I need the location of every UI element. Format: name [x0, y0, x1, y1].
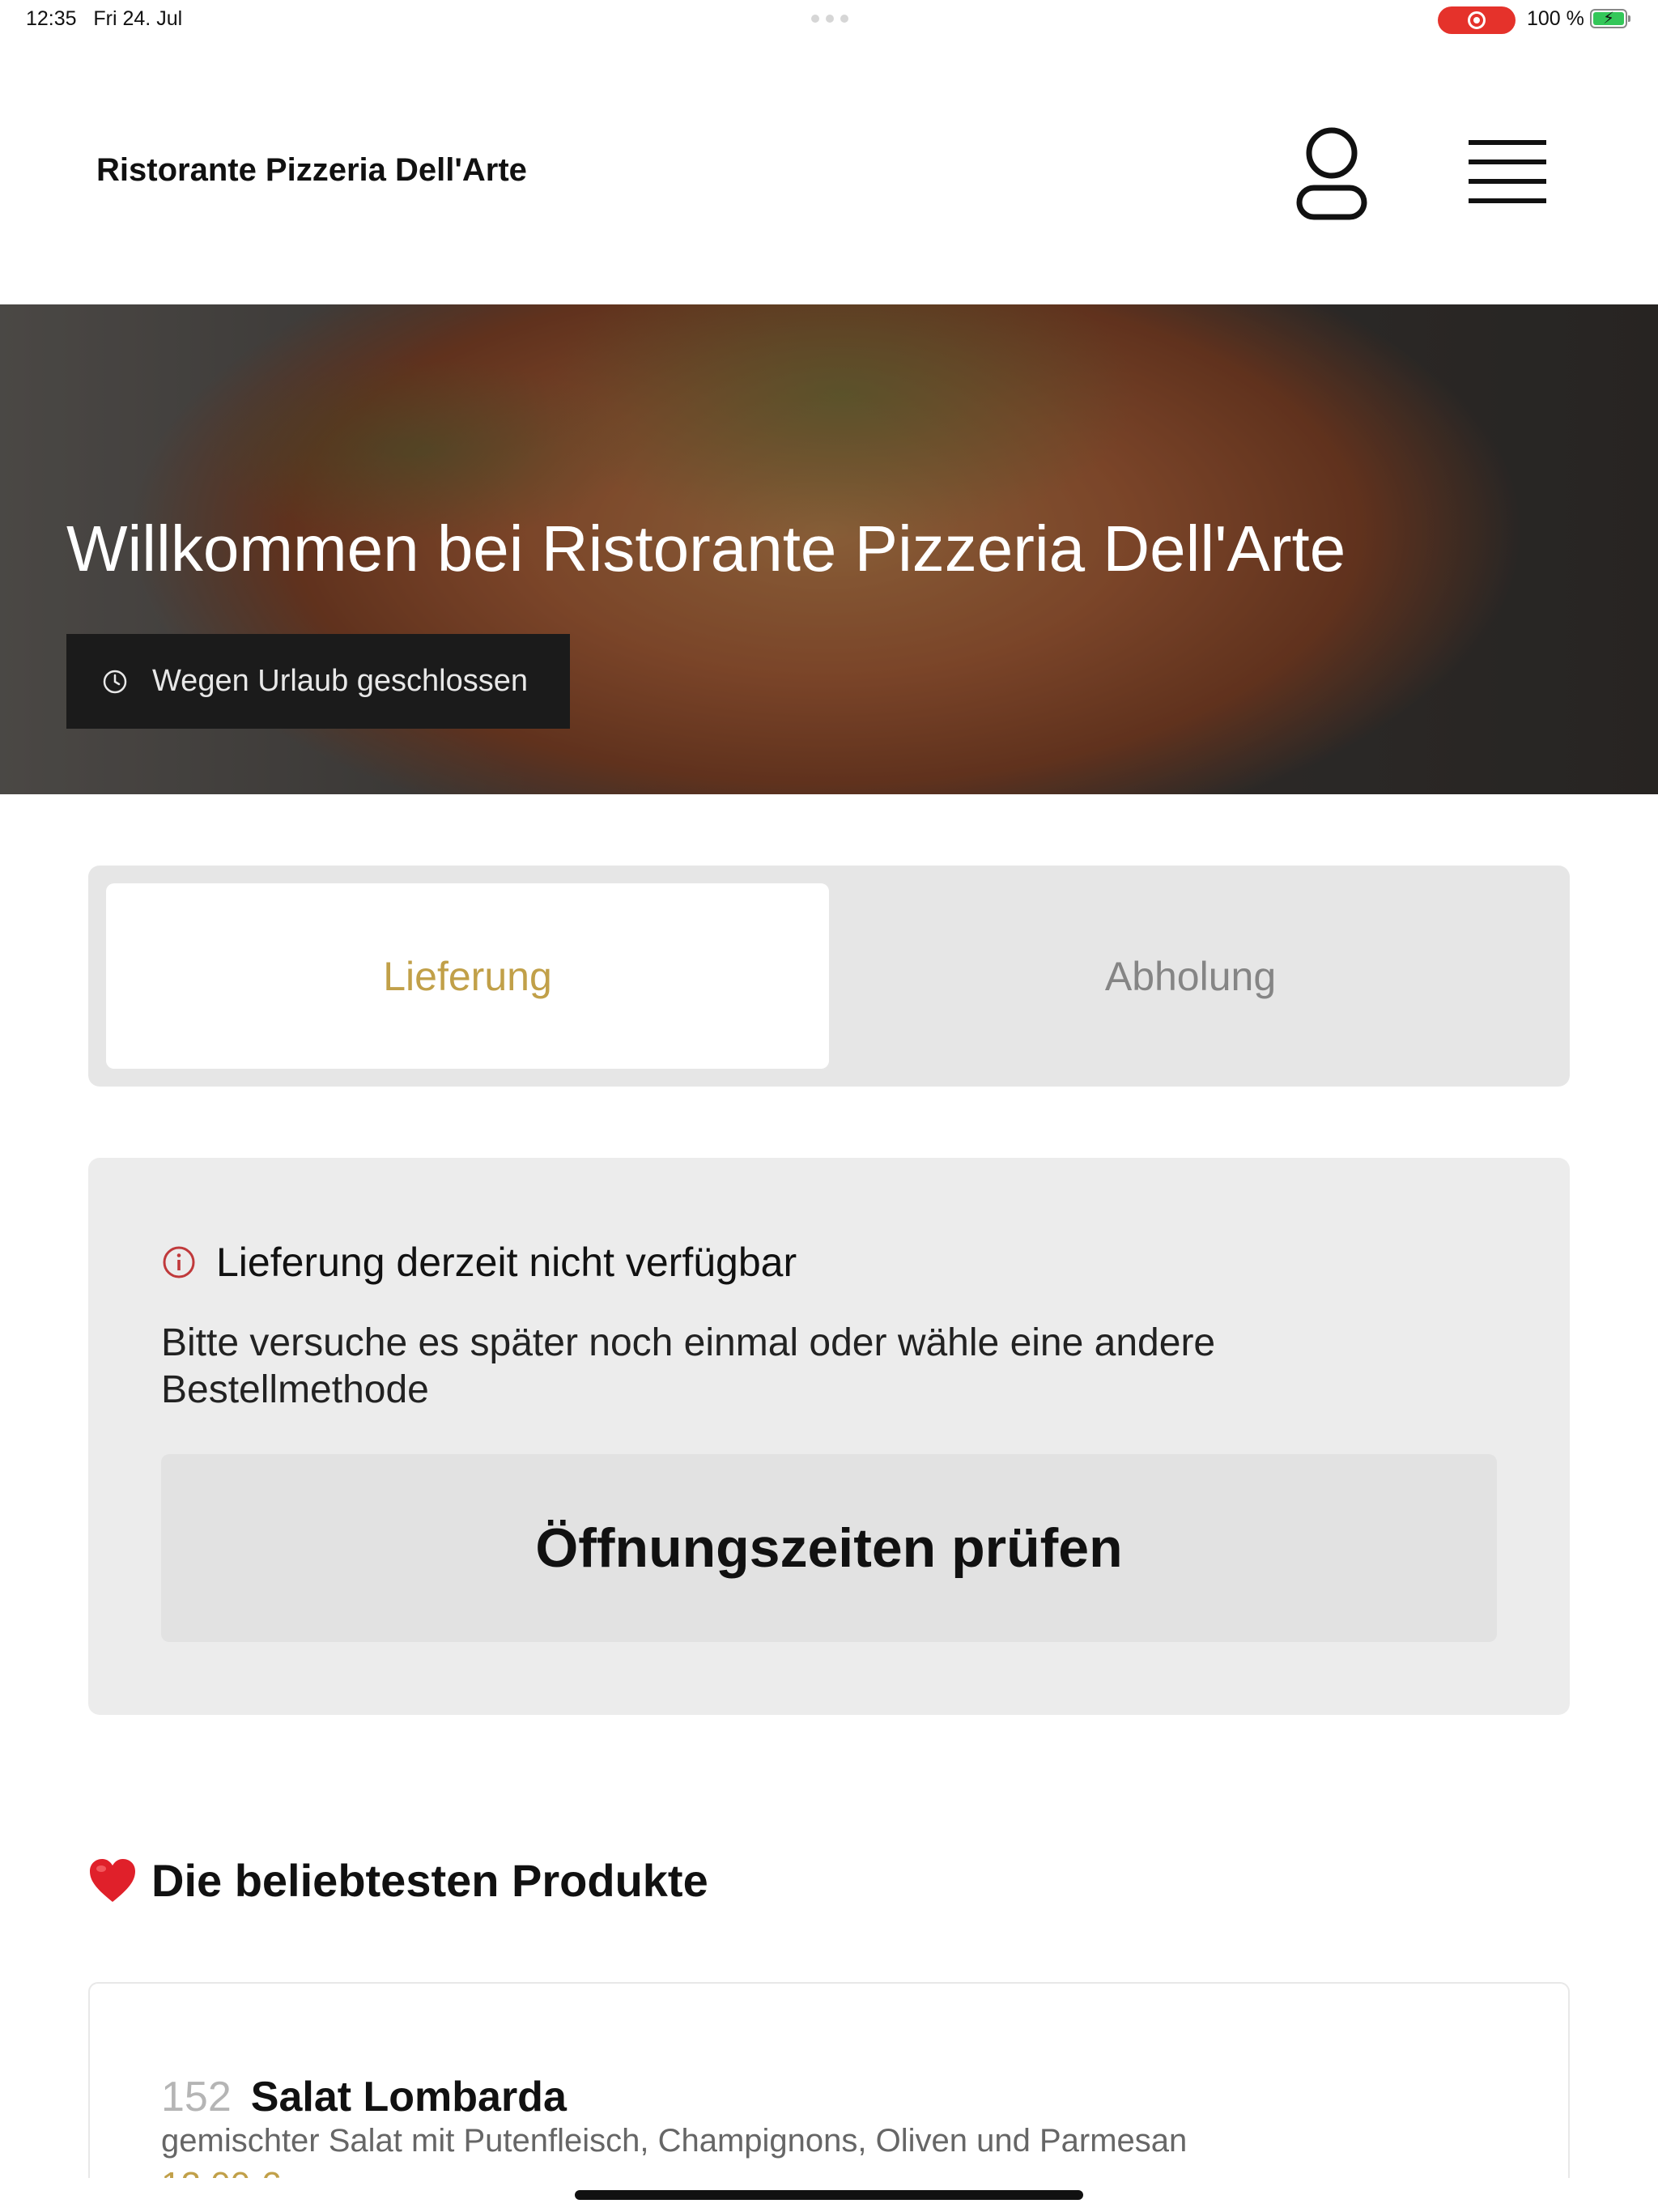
order-mode-toggle: Lieferung Abholung: [88, 866, 1570, 1087]
hero-banner: Willkommen bei Ristorante Pizzeria Dell'…: [0, 304, 1658, 794]
status-time: 12:35 Fri 24. Jul: [26, 7, 183, 30]
brand-name[interactable]: Ristorante Pizzeria Dell'Arte: [96, 152, 527, 189]
tab-pickup[interactable]: Abholung: [829, 883, 1552, 1069]
status-badge: Wegen Urlaub geschlossen: [66, 634, 570, 729]
heart-icon: [90, 1858, 135, 1902]
product-description: gemischter Salat mit Putenfleisch, Champ…: [161, 2123, 1188, 2159]
notice-title: Lieferung derzeit nicht verfügbar: [216, 1240, 797, 1285]
clock-icon: [103, 670, 127, 693]
record-icon: [1468, 11, 1486, 29]
status-bar: 12:35 Fri 24. Jul 100 %: [0, 0, 1658, 39]
popular-section-title: Die beliebtesten Produkte: [88, 1854, 708, 1907]
screen-recording-indicator[interactable]: [1438, 6, 1516, 34]
product-header: 152 Salat Lombarda: [161, 2073, 567, 2121]
battery-icon: [1590, 8, 1630, 28]
check-opening-hours-button[interactable]: Öffnungszeiten prüfen: [161, 1454, 1497, 1642]
user-icon: [1296, 127, 1367, 220]
battery-percent: 100 %: [1527, 7, 1584, 30]
multitasking-dots[interactable]: [811, 15, 848, 23]
hamburger-menu-icon: [1469, 140, 1546, 203]
popular-heading: Die beliebtesten Produkte: [151, 1855, 708, 1906]
product-number: 152: [161, 2074, 232, 2121]
delivery-notice-card: Lieferung derzeit nicht verfügbar Bitte …: [88, 1158, 1570, 1715]
product-name: Salat Lombarda: [250, 2074, 567, 2121]
notice-message: Bitte versuche es später noch einmal ode…: [161, 1321, 1216, 1411]
tab-delivery[interactable]: Lieferung: [106, 883, 829, 1069]
status-badge-label: Wegen Urlaub geschlossen: [152, 664, 529, 698]
notice-header: Lieferung derzeit nicht verfügbar: [161, 1239, 797, 1286]
menu-button[interactable]: [1467, 136, 1548, 209]
site-header: Ristorante Pizzeria Dell'Arte: [0, 39, 1658, 304]
account-button[interactable]: [1295, 126, 1368, 222]
hero-title: Willkommen bei Ristorante Pizzeria Dell'…: [66, 513, 1346, 585]
info-icon: [163, 1246, 195, 1278]
home-indicator[interactable]: [575, 2190, 1083, 2200]
